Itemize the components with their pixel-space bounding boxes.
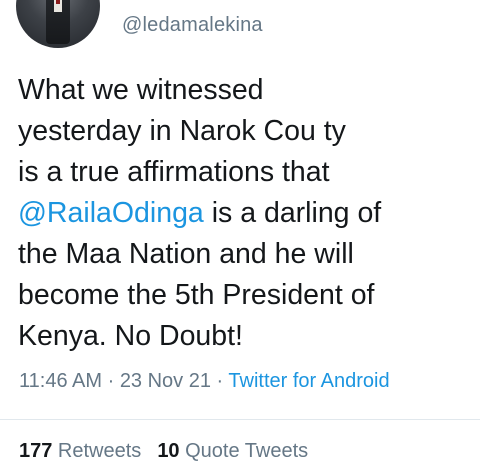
tweet-text-line-2: yesterday in Narok Cou ty [18, 115, 346, 147]
divider [0, 419, 480, 420]
tweet-time[interactable]: 11:46 AM [19, 370, 102, 392]
avatar-tie [56, 0, 60, 4]
tweet-text-line-4: @RailaOdinga is a darling of [18, 193, 468, 234]
tweet-text: What we witnessed yesterday in Narok Cou… [18, 70, 468, 357]
tweet-text-line-6: become the 5th President of [18, 279, 375, 311]
meta-separator-2: · [210, 370, 229, 392]
tweet-stats: 177 Retweets 10 Quote Tweets [19, 440, 308, 463]
retweets-stat[interactable]: 177 Retweets [19, 440, 141, 462]
avatar[interactable] [16, 0, 100, 48]
tweet-text-line-4-rest: is a darling of [203, 197, 382, 229]
tweet-source-link[interactable]: Twitter for Android [228, 370, 389, 392]
tweet-text-line-5: the Maa Nation and he will [18, 238, 354, 270]
tweet-text-line-7: Kenya. No Doubt! [18, 320, 243, 352]
tweet-date[interactable]: 23 Nov 21 [120, 370, 211, 392]
mention-link[interactable]: @RailaOdinga [18, 197, 204, 229]
tweet-card: @ledamalekina What we witnessed yesterda… [0, 0, 480, 474]
user-handle[interactable]: @ledamalekina [122, 14, 263, 37]
tweet-text-line-3: is a true affirmations that [18, 156, 330, 188]
retweets-label: Retweets [52, 440, 142, 462]
quote-tweets-label: Quote Tweets [179, 440, 309, 462]
tweet-text-line-1: What we witnessed [18, 74, 264, 106]
meta-separator-1: · [102, 370, 120, 392]
quote-tweets-stat[interactable]: 10 Quote Tweets [157, 440, 308, 462]
quote-tweets-count: 10 [157, 440, 180, 462]
tweet-metadata: 11:46 AM · 23 Nov 21 · Twitter for Andro… [19, 370, 390, 393]
retweets-count: 177 [19, 440, 53, 462]
